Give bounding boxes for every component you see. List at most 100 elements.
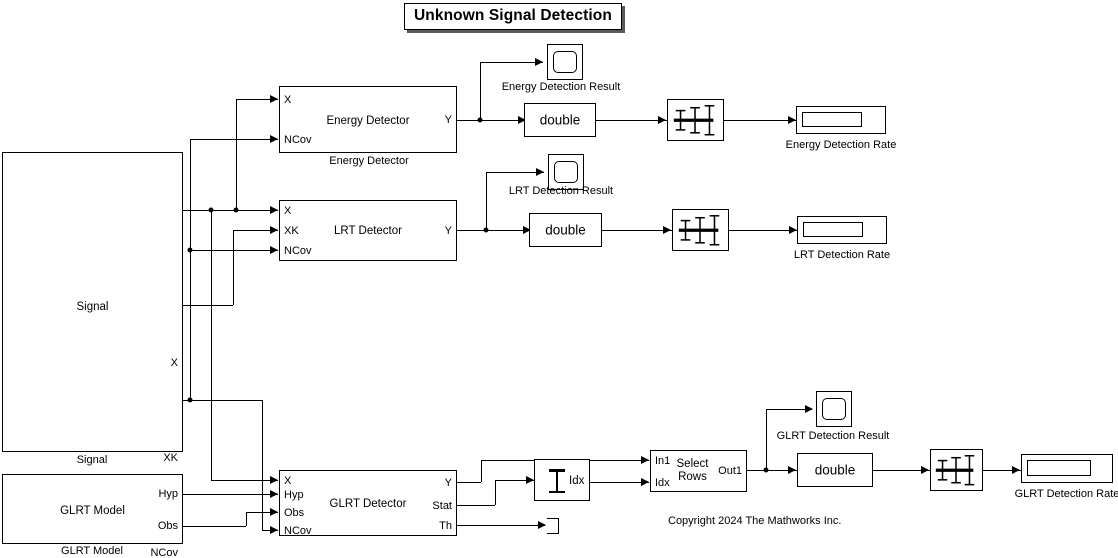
arrow-glrt-ncov — [270, 526, 278, 534]
block-idx-label: Idx — [569, 475, 585, 487]
arrow-glrt-scope — [805, 405, 813, 413]
wire-glrt-y-v — [481, 460, 482, 482]
block-display-lrt-name: LRT Detection Rate — [793, 249, 891, 261]
error-bar-statistics-icon — [673, 105, 715, 136]
block-select-rows-label: Select Rows — [676, 458, 709, 483]
port-glrt-out-stat: Stat — [432, 500, 452, 512]
wire-signal-ncov-h1 — [183, 400, 262, 401]
block-display-energy-name: Energy Detection Rate — [785, 139, 897, 151]
block-mean-lrt[interactable] — [672, 209, 729, 251]
arrow-glrt-mean — [921, 466, 929, 474]
block-display-lrt[interactable] — [797, 216, 887, 244]
port-lrt-in-xk: XK — [284, 225, 299, 237]
block-idx[interactable]: Idx — [534, 459, 590, 501]
wire-glrt-y-h1 — [457, 482, 481, 483]
wire-ncov-up-v — [190, 139, 191, 400]
block-select-rows[interactable]: Select Rows In1 Idx Out1 — [650, 450, 747, 492]
arrow-glrt-x — [270, 476, 278, 484]
block-energy-detector-name: Energy Detector — [329, 155, 409, 167]
block-lrt-detector[interactable]: LRT Detector X XK NCov Y — [279, 200, 457, 261]
port-select-rows-out1: Out1 — [718, 465, 742, 477]
block-convert-glrt[interactable]: double — [797, 453, 873, 487]
port-select-rows-idx: Idx — [655, 477, 670, 489]
arrow-glrt-double — [788, 466, 796, 474]
port-energy-out-y: Y — [444, 114, 452, 126]
port-glrt-in-obs: Obs — [284, 507, 305, 519]
arrow-lrt-x — [270, 206, 278, 214]
block-display-glrt[interactable] — [1021, 454, 1113, 483]
block-mean-glrt[interactable] — [930, 449, 983, 491]
block-mean-energy[interactable] — [667, 99, 724, 141]
block-glrt-detector[interactable]: GLRT Detector X Hyp Obs NCov Y Stat Th — [279, 470, 457, 537]
block-display-energy[interactable] — [796, 106, 886, 134]
port-glrt-out-th: Th — [439, 520, 452, 532]
arrow-lrt-mean — [663, 226, 671, 234]
port-glrt-in-hyp: Hyp — [284, 489, 304, 501]
block-signal-label: Signal — [76, 301, 109, 313]
block-scope-lrt-name: LRT Detection Result — [508, 185, 614, 197]
block-terminator[interactable] — [547, 518, 559, 534]
wire-energy-mean-display — [724, 120, 798, 121]
port-energy-in-ncov: NCov — [284, 134, 312, 146]
arrow-glrt-obs — [270, 508, 278, 516]
block-glrt-model[interactable]: GLRT Model Hyp Obs — [2, 474, 183, 544]
block-convert-energy-label: double — [539, 112, 581, 128]
port-signal-out-x: X — [170, 357, 178, 369]
arrow-energy-x — [270, 95, 278, 103]
display-readout-field — [802, 112, 862, 127]
display-readout-field — [803, 222, 863, 237]
error-bar-statistics-icon — [678, 215, 720, 246]
block-scope-glrt[interactable] — [816, 391, 852, 427]
arrow-lrt-display — [789, 226, 797, 234]
arrow-energy-mean — [658, 116, 666, 124]
wire-signal-xk-v — [233, 230, 234, 305]
block-energy-detector-label: Energy Detector — [326, 115, 410, 127]
error-bar-statistics-icon — [935, 455, 975, 486]
arrow-glrt-display — [1012, 466, 1020, 474]
block-energy-detector[interactable]: Energy Detector X NCov Y — [279, 86, 457, 153]
arrow-idx-input — [526, 476, 534, 484]
display-readout-field — [1027, 460, 1091, 476]
port-lrt-in-x: X — [284, 205, 292, 217]
port-lrt-in-ncov: NCov — [284, 245, 312, 257]
arrow-lrt-ncov — [270, 246, 278, 254]
port-glrt-in-ncov: NCov — [284, 525, 312, 537]
wire-x-to-glrt-h — [211, 480, 278, 481]
scope-screen-icon — [553, 51, 577, 73]
block-convert-energy[interactable]: double — [524, 103, 596, 137]
wire-x-to-energy-v — [236, 99, 237, 210]
block-scope-energy[interactable] — [547, 44, 583, 80]
wire-obs-h1 — [183, 526, 246, 527]
port-glrt-model-out-hyp: Hyp — [158, 488, 178, 500]
model-title-banner: Unknown Signal Detection — [404, 3, 622, 30]
block-scope-energy-name: Energy Detection Result — [501, 81, 621, 93]
port-lrt-out-y: Y — [444, 225, 452, 237]
wire-signal-x-main — [183, 210, 278, 211]
wire-hyp-h — [183, 494, 278, 495]
block-scope-glrt-name: GLRT Detection Result — [776, 430, 890, 442]
wire-glrt-stat-h1 — [457, 505, 495, 506]
block-signal-name: Signal — [76, 454, 108, 466]
port-glrt-model-out-obs: Obs — [157, 520, 178, 532]
block-lrt-detector-label: LRT Detector — [334, 225, 402, 237]
block-glrt-model-name: GLRT Model — [61, 545, 123, 557]
wire-glrt-th-h — [457, 525, 545, 526]
wire-ncov-energy-h — [190, 139, 278, 140]
block-display-glrt-name: GLRT Detection Rate — [1014, 488, 1118, 500]
i-beam-icon — [549, 469, 565, 493]
arrow-selectrows-idx — [641, 478, 649, 486]
wire-energy-scope-v — [480, 62, 481, 120]
block-glrt-detector-label: GLRT Detector — [329, 498, 407, 510]
block-signal[interactable]: Signal X XK NCov — [2, 152, 183, 558]
scope-screen-icon — [822, 398, 846, 420]
wire-ncov-glrt-v — [262, 400, 263, 530]
wire-ncov-lrt-h — [190, 250, 278, 251]
scope-screen-icon — [554, 161, 578, 183]
wire-energy-scope-h — [480, 62, 543, 63]
block-convert-lrt[interactable]: double — [529, 213, 602, 247]
arrow-lrt-xk — [270, 226, 278, 234]
arrow-energy-ncov — [270, 135, 278, 143]
wire-obs-v — [246, 512, 247, 526]
wire-lrt-scope-v — [486, 172, 487, 230]
arrow-energy-scope — [535, 58, 543, 66]
